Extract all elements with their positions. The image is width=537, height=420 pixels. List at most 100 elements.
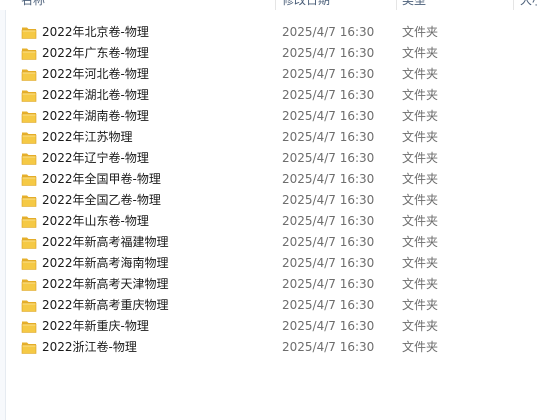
column-divider[interactable] (396, 0, 397, 10)
file-row[interactable]: 2022年北京卷-物理 2025/4/7 16:30 文件夹 (0, 22, 537, 43)
folder-icon (21, 69, 37, 81)
file-name: 2022浙江卷-物理 (42, 340, 137, 354)
file-name-cell[interactable]: 2022年辽宁卷-物理 (21, 148, 271, 169)
file-name-cell[interactable]: 2022年湖南卷-物理 (21, 106, 271, 127)
file-type: 文件夹 (402, 256, 439, 270)
file-type: 文件夹 (402, 172, 439, 186)
column-header-modified[interactable]: 修改日期 (278, 0, 396, 10)
file-row[interactable]: 2022年江苏物理 2025/4/7 16:30 文件夹 (0, 127, 537, 148)
file-type: 文件夹 (402, 298, 439, 312)
file-type: 文件夹 (402, 46, 439, 60)
file-name-cell[interactable]: 2022年北京卷-物理 (21, 22, 271, 43)
file-name-cell[interactable]: 2022年新高考海南物理 (21, 253, 271, 274)
file-type: 文件夹 (402, 151, 439, 165)
file-row[interactable]: 2022年湖北卷-物理 2025/4/7 16:30 文件夹 (0, 85, 537, 106)
file-type: 文件夹 (402, 193, 439, 207)
column-header-size[interactable]: 大小 (516, 0, 537, 10)
file-row[interactable]: 2022年新高考海南物理 2025/4/7 16:30 文件夹 (0, 253, 537, 274)
folder-icon (21, 300, 37, 312)
folder-icon (21, 321, 37, 333)
file-name-cell[interactable]: 2022年新高考重庆物理 (21, 295, 271, 316)
file-name: 2022年湖南卷-物理 (42, 109, 149, 123)
file-row[interactable]: 2022年新高考福建物理 2025/4/7 16:30 文件夹 (0, 232, 537, 253)
folder-icon (21, 153, 37, 165)
file-modified: 2025/4/7 16:30 (282, 193, 375, 207)
file-modified: 2025/4/7 16:30 (282, 88, 375, 102)
file-row[interactable]: 2022年广东卷-物理 2025/4/7 16:30 文件夹 (0, 43, 537, 64)
file-modified: 2025/4/7 16:30 (282, 256, 375, 270)
column-header-type[interactable]: 类型 (398, 0, 512, 10)
file-name-cell[interactable]: 2022年全国甲卷-物理 (21, 169, 271, 190)
file-name-cell[interactable]: 2022年广东卷-物理 (21, 43, 271, 64)
file-row[interactable]: 2022年全国甲卷-物理 2025/4/7 16:30 文件夹 (0, 169, 537, 190)
file-name-cell[interactable]: 2022年山东卷-物理 (21, 211, 271, 232)
file-modified: 2025/4/7 16:30 (282, 46, 375, 60)
folder-icon (21, 174, 37, 186)
file-name-cell[interactable]: 2022年新重庆-物理 (21, 316, 271, 337)
file-modified: 2025/4/7 16:30 (282, 214, 375, 228)
file-modified: 2025/4/7 16:30 (282, 130, 375, 144)
folder-icon (21, 195, 37, 207)
file-name: 2022年新重庆-物理 (42, 319, 149, 333)
file-name: 2022年江苏物理 (42, 130, 133, 144)
column-header-bar: 名称 修改日期 类型 大小 (0, 0, 537, 10)
file-name: 2022年广东卷-物理 (42, 46, 149, 60)
file-name: 2022年全国乙卷-物理 (42, 193, 161, 207)
file-modified: 2025/4/7 16:30 (282, 25, 375, 39)
file-type: 文件夹 (402, 214, 439, 228)
file-modified: 2025/4/7 16:30 (282, 67, 375, 81)
file-modified: 2025/4/7 16:30 (282, 277, 375, 291)
file-name-cell[interactable]: 2022年江苏物理 (21, 127, 271, 148)
folder-icon (21, 48, 37, 60)
file-name: 2022年辽宁卷-物理 (42, 151, 149, 165)
file-type: 文件夹 (402, 25, 439, 39)
file-row[interactable]: 2022年辽宁卷-物理 2025/4/7 16:30 文件夹 (0, 148, 537, 169)
file-name: 2022年新高考天津物理 (42, 277, 169, 291)
file-modified: 2025/4/7 16:30 (282, 298, 375, 312)
column-divider[interactable] (275, 0, 276, 10)
folder-icon (21, 90, 37, 102)
file-row[interactable]: 2022年湖南卷-物理 2025/4/7 16:30 文件夹 (0, 106, 537, 127)
file-modified: 2025/4/7 16:30 (282, 235, 375, 249)
file-modified: 2025/4/7 16:30 (282, 151, 375, 165)
file-name-cell[interactable]: 2022年湖北卷-物理 (21, 85, 271, 106)
file-type: 文件夹 (402, 109, 439, 123)
column-header-name[interactable]: 名称 (17, 0, 275, 10)
file-name: 2022年新高考海南物理 (42, 256, 169, 270)
file-type: 文件夹 (402, 340, 439, 354)
file-name: 2022年湖北卷-物理 (42, 88, 149, 102)
file-type: 文件夹 (402, 130, 439, 144)
file-row[interactable]: 2022年山东卷-物理 2025/4/7 16:30 文件夹 (0, 211, 537, 232)
file-row[interactable]: 2022年新重庆-物理 2025/4/7 16:30 文件夹 (0, 316, 537, 337)
file-row[interactable]: 2022浙江卷-物理 2025/4/7 16:30 文件夹 (0, 337, 537, 358)
file-name-cell[interactable]: 2022年河北卷-物理 (21, 64, 271, 85)
file-name-cell[interactable]: 2022浙江卷-物理 (21, 337, 271, 358)
folder-icon (21, 342, 37, 354)
file-name-cell[interactable]: 2022年新高考天津物理 (21, 274, 271, 295)
column-divider[interactable] (513, 0, 514, 10)
file-name-cell[interactable]: 2022年全国乙卷-物理 (21, 190, 271, 211)
file-name: 2022年山东卷-物理 (42, 214, 149, 228)
file-modified: 2025/4/7 16:30 (282, 340, 375, 354)
folder-icon (21, 258, 37, 270)
folder-icon (21, 237, 37, 249)
file-name: 2022年河北卷-物理 (42, 67, 149, 81)
folder-icon (21, 279, 37, 291)
folder-icon (21, 27, 37, 39)
file-row[interactable]: 2022年新高考天津物理 2025/4/7 16:30 文件夹 (0, 274, 537, 295)
folder-icon (21, 111, 37, 123)
file-list-pane: 名称 修改日期 类型 大小 2022年北京卷-物理 2025/4/7 16:30 文… (0, 0, 537, 420)
file-modified: 2025/4/7 16:30 (282, 109, 375, 123)
folder-icon (21, 132, 37, 144)
file-name: 2022年全国甲卷-物理 (42, 172, 161, 186)
file-type: 文件夹 (402, 319, 439, 333)
file-row[interactable]: 2022年全国乙卷-物理 2025/4/7 16:30 文件夹 (0, 190, 537, 211)
file-type: 文件夹 (402, 277, 439, 291)
file-modified: 2025/4/7 16:30 (282, 172, 375, 186)
file-row[interactable]: 2022年新高考重庆物理 2025/4/7 16:30 文件夹 (0, 295, 537, 316)
file-type: 文件夹 (402, 235, 439, 249)
file-name-cell[interactable]: 2022年新高考福建物理 (21, 232, 271, 253)
file-name: 2022年新高考重庆物理 (42, 298, 169, 312)
file-row[interactable]: 2022年河北卷-物理 2025/4/7 16:30 文件夹 (0, 64, 537, 85)
file-name: 2022年北京卷-物理 (42, 25, 149, 39)
